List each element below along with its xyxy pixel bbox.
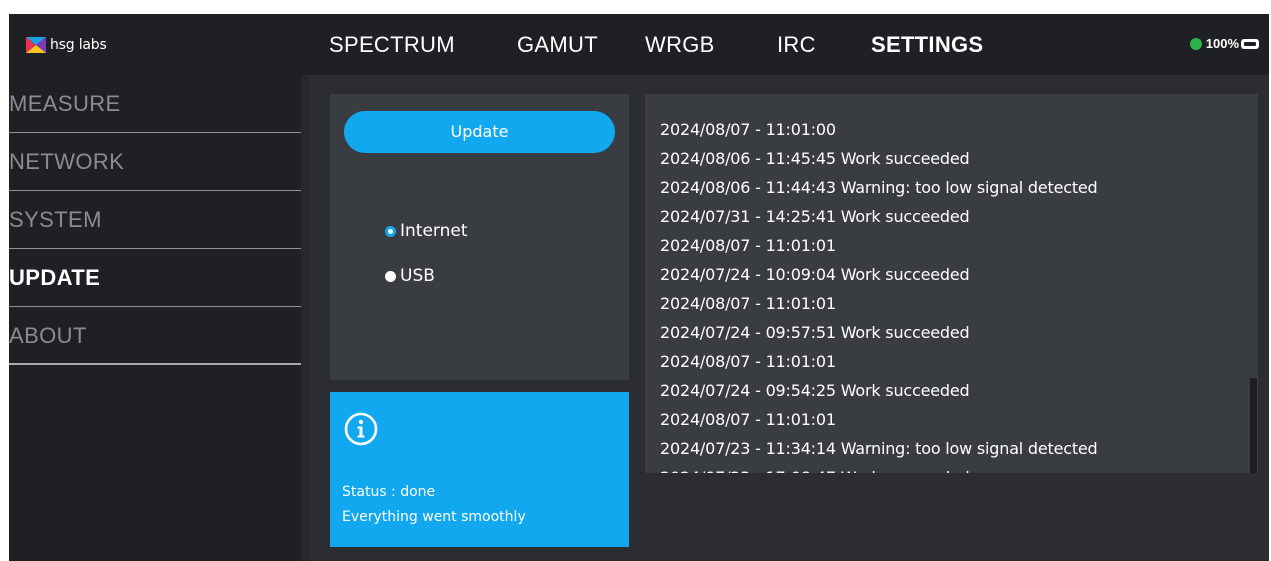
radio-unselected-icon xyxy=(385,270,396,282)
log-entry: 2024/07/31 - 14:25:41 Work succeeded xyxy=(660,207,970,226)
sidebar-item-about[interactable]: ABOUT xyxy=(9,307,301,365)
update-button[interactable]: Update xyxy=(344,111,615,153)
info-icon xyxy=(344,412,378,446)
sidebar-divider xyxy=(301,75,309,561)
log-list: 2024/08/07 - 11:01:00 2024/08/06 - 11:45… xyxy=(660,115,1098,473)
sidebar-item-label: ABOUT xyxy=(9,323,87,348)
radio-selected-icon xyxy=(385,225,396,237)
brand-logo: hsg labs xyxy=(26,34,107,56)
tab-irc[interactable]: IRC xyxy=(777,32,816,58)
sidebar-item-network[interactable]: NETWORK xyxy=(9,133,301,191)
log-entry: 2024/08/07 - 11:01:01 xyxy=(660,410,836,429)
logo-mark-icon xyxy=(26,37,46,53)
radio-label: USB xyxy=(400,266,435,286)
log-entry: 2024/07/24 - 09:57:51 Work succeeded xyxy=(660,323,970,342)
sidebar-item-label: UPDATE xyxy=(9,265,101,290)
tab-spectrum[interactable]: SPECTRUM xyxy=(329,32,455,58)
log-entry: 2024/08/07 - 11:01:01 xyxy=(660,236,836,255)
battery-level: 100% xyxy=(1205,36,1239,51)
update-panel: Update Internet USB xyxy=(330,94,629,380)
sidebar-item-update[interactable]: UPDATE xyxy=(9,249,301,307)
status-text: Status : done xyxy=(342,484,436,500)
tab-wrgb[interactable]: WRGB xyxy=(645,32,715,58)
log-entry: 2024/08/07 - 11:01:01 xyxy=(660,352,836,371)
log-entry: 2024/08/06 - 11:44:43 Warning: too low s… xyxy=(660,178,1098,197)
status-dot-icon xyxy=(1189,37,1202,50)
top-bar: hsg labs SPECTRUM GAMUT WRGB IRC SETTING… xyxy=(9,14,1269,75)
log-scrollbar[interactable] xyxy=(1250,378,1257,473)
radio-usb[interactable]: USB xyxy=(385,266,435,286)
battery-icon xyxy=(1241,38,1259,49)
sidebar-item-system[interactable]: SYSTEM xyxy=(9,191,301,249)
brand-name: hsg labs xyxy=(50,37,107,53)
sidebar-item-label: NETWORK xyxy=(9,149,125,174)
sidebar-item-label: SYSTEM xyxy=(9,207,102,232)
log-entry: 2024/08/07 - 11:01:00 xyxy=(660,120,836,139)
sidebar: MEASURE NETWORK SYSTEM UPDATE ABOUT xyxy=(9,75,309,561)
status-message: Everything went smoothly xyxy=(342,509,526,525)
log-entry: 2024/07/23 - 17:08:47 Work succeeded xyxy=(660,463,1098,473)
tab-settings[interactable]: SETTINGS xyxy=(871,32,983,58)
tab-gamut[interactable]: GAMUT xyxy=(517,32,598,58)
sidebar-item-label: MEASURE xyxy=(9,91,121,116)
log-entry: 2024/07/24 - 09:54:25 Work succeeded xyxy=(660,381,970,400)
status-panel: Status : done Everything went smoothly xyxy=(330,392,629,547)
log-entry: 2024/07/23 - 11:34:14 Warning: too low s… xyxy=(660,439,1098,458)
app-window: hsg labs SPECTRUM GAMUT WRGB IRC SETTING… xyxy=(9,14,1269,561)
update-log[interactable]: 2024/08/07 - 11:01:00 2024/08/06 - 11:45… xyxy=(645,94,1258,473)
battery-status: 100% xyxy=(1189,36,1259,51)
log-entry: 2024/07/24 - 10:09:04 Work succeeded xyxy=(660,265,970,284)
radio-internet[interactable]: Internet xyxy=(385,221,468,241)
log-entry: 2024/08/07 - 11:01:01 xyxy=(660,294,836,313)
log-entry: 2024/08/06 - 11:45:45 Work succeeded xyxy=(660,149,970,168)
radio-label: Internet xyxy=(400,221,468,241)
sidebar-item-measure[interactable]: MEASURE xyxy=(9,75,301,133)
